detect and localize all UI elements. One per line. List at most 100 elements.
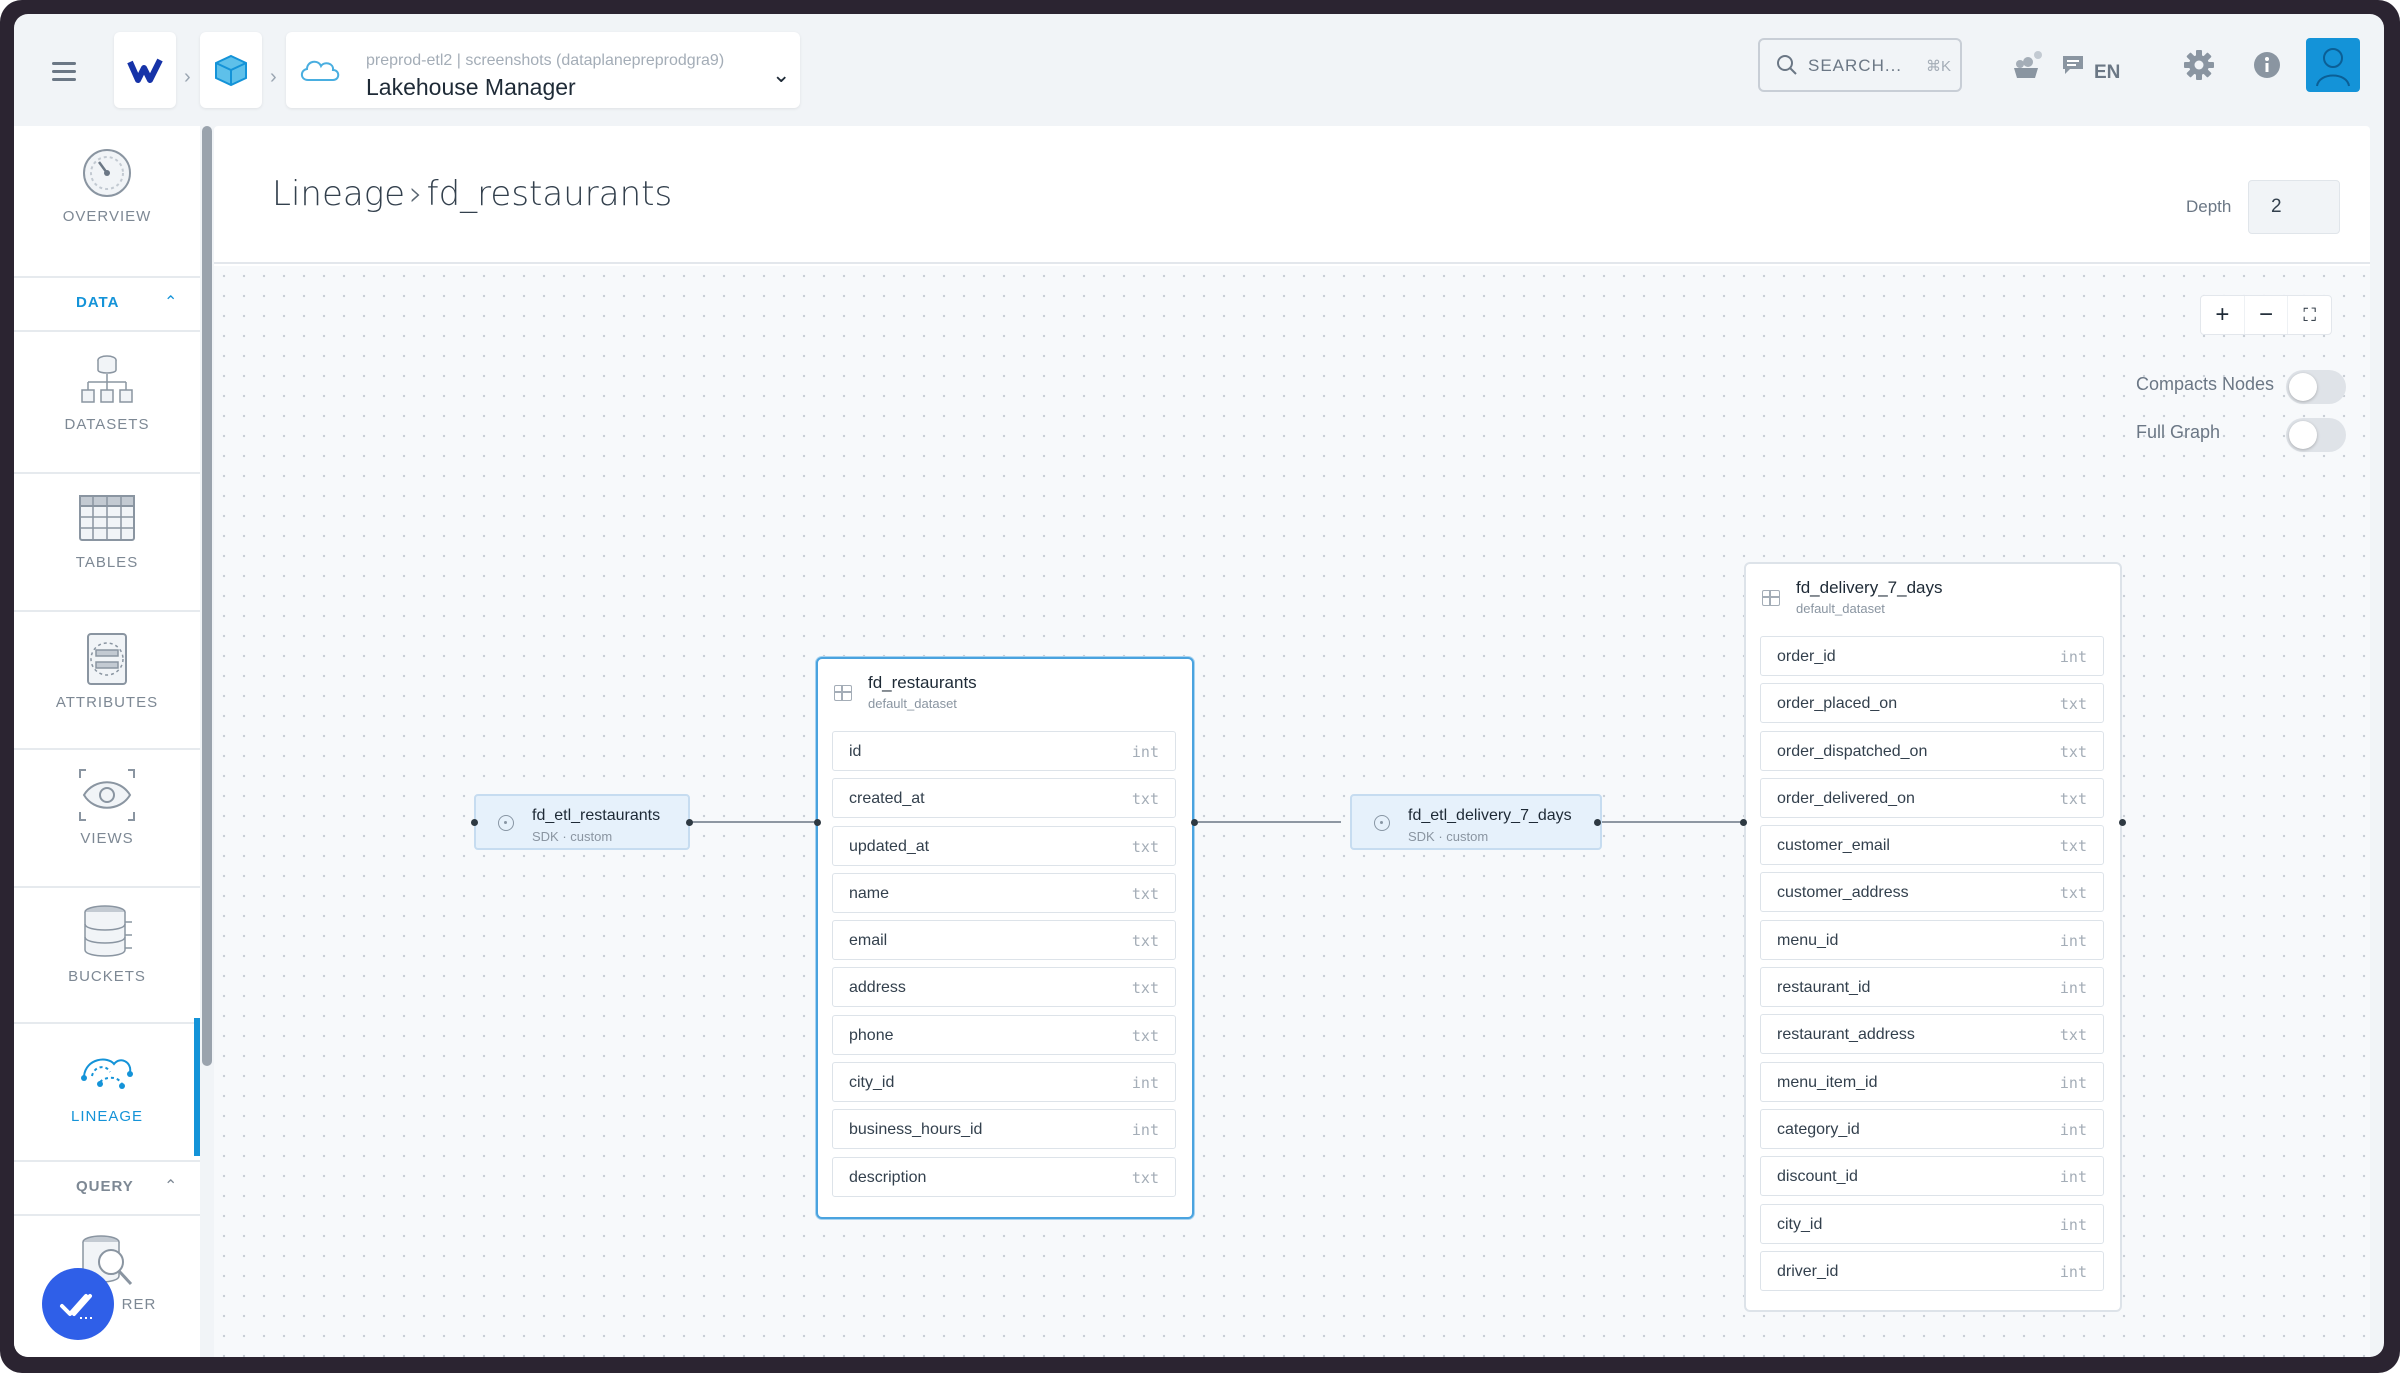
- main-panel: Lineage›fd_restaurants Depth + − ⛶ Compa…: [214, 126, 2370, 1357]
- breadcrumb-chevron-icon: ›: [270, 66, 277, 88]
- top-bar: › › preprod-etl2 | screenshots (dataplan…: [14, 14, 2384, 126]
- app-name: Lakehouse Manager: [366, 74, 576, 100]
- gear-icon[interactable]: [2182, 48, 2216, 82]
- job-node-etl-restaurants[interactable]: fd_etl_restaurants SDK · custom: [474, 794, 690, 850]
- depth-label: Depth: [2186, 197, 2232, 216]
- column-type: int: [2059, 1073, 2087, 1092]
- column-type: int: [1131, 1121, 1159, 1140]
- dataset-node-delivery[interactable]: fd_delivery_7_days default_dataset order…: [1744, 562, 2122, 1312]
- column-type: txt: [1131, 790, 1159, 809]
- sidebar: OVERVIEW DATA ⌃ DATASETS TABLES ATTRIBUT…: [14, 126, 200, 1357]
- column-name: order_delivered_on: [1777, 789, 1915, 807]
- column-type: int: [2059, 1215, 2087, 1234]
- user-avatar-button[interactable]: [2306, 38, 2360, 92]
- sidebar-scrollbar[interactable]: [202, 126, 212, 1066]
- column-name: discount_id: [1777, 1168, 1858, 1186]
- menu-icon[interactable]: [52, 62, 76, 82]
- chevron-down-icon[interactable]: ⌄: [772, 62, 790, 88]
- breadcrumb-root[interactable]: Lineage: [272, 174, 405, 214]
- language-switch[interactable]: EN: [2094, 62, 2120, 84]
- sidebar-item-label: BUCKETS: [68, 968, 146, 985]
- column-row[interactable]: order_placed_on txt: [1760, 683, 2104, 724]
- divider: [14, 330, 200, 332]
- column-row[interactable]: category_id int: [1760, 1108, 2104, 1149]
- chat-icon[interactable]: [2060, 52, 2086, 78]
- sidebar-item-views[interactable]: VIEWS: [14, 766, 200, 876]
- column-row[interactable]: order_id int: [1760, 636, 2104, 676]
- search-input[interactable]: SEARCH... ⌘K: [1758, 38, 1962, 92]
- product-cube-button[interactable]: [200, 32, 262, 108]
- column-row[interactable]: menu_id int: [1760, 919, 2104, 960]
- job-icon: [498, 815, 514, 831]
- column-row[interactable]: city_id int: [1760, 1203, 2104, 1244]
- column-name: city_id: [849, 1074, 895, 1092]
- sidebar-item-attributes[interactable]: ATTRIBUTES: [14, 632, 200, 742]
- org-logo-button[interactable]: [114, 32, 176, 108]
- compact-nodes-toggle[interactable]: [2286, 370, 2346, 404]
- edge-handle[interactable]: [814, 819, 821, 826]
- search-shortcut: ⌘K: [1926, 58, 1952, 75]
- column-row[interactable]: description txt: [832, 1156, 1176, 1197]
- column-row[interactable]: menu_item_id int: [1760, 1061, 2104, 1102]
- column-list: id int created_at txt updated_at txtname txt em…: [832, 731, 1176, 1204]
- column-row[interactable]: phone txt: [832, 1014, 1176, 1055]
- attributes-icon: [87, 633, 127, 685]
- column-type: txt: [1131, 1168, 1159, 1187]
- node-subtitle: default_dataset: [1796, 601, 1885, 616]
- section-toggle-query[interactable]: QUERY ⌃: [14, 1162, 200, 1212]
- column-name: order_dispatched_on: [1777, 742, 1928, 760]
- notifications-icon[interactable]: [2008, 48, 2044, 84]
- column-type: int: [2059, 1120, 2087, 1139]
- sidebar-item-tables[interactable]: TABLES: [14, 494, 200, 604]
- full-graph-toggle[interactable]: [2286, 418, 2346, 452]
- project-path: preprod-etl2 | screenshots (dataplanepre…: [366, 52, 725, 69]
- zoom-in-button[interactable]: +: [2201, 296, 2245, 334]
- edge-handle[interactable]: [2119, 819, 2126, 826]
- edge-handle[interactable]: [1594, 819, 1601, 826]
- sidebar-item-datasets[interactable]: DATASETS: [14, 352, 200, 462]
- section-toggle-data[interactable]: DATA ⌃: [14, 278, 200, 328]
- node-name: fd_delivery_7_days: [1796, 578, 1943, 597]
- column-row[interactable]: driver_id int: [1760, 1250, 2104, 1291]
- column-row[interactable]: order_delivered_on txt: [1760, 777, 2104, 818]
- user-icon: [2316, 48, 2350, 87]
- depth-input[interactable]: [2248, 180, 2340, 234]
- fit-view-icon[interactable]: ⛶: [2288, 296, 2331, 334]
- column-row[interactable]: customer_address txt: [1760, 872, 2104, 913]
- column-row[interactable]: name txt: [832, 872, 1176, 913]
- column-row[interactable]: city_id int: [832, 1062, 1176, 1103]
- assistant-fab-button[interactable]: [42, 1268, 114, 1340]
- column-row[interactable]: discount_id int: [1760, 1156, 2104, 1197]
- column-row[interactable]: email txt: [832, 920, 1176, 961]
- column-row[interactable]: id int: [832, 731, 1176, 771]
- column-row[interactable]: updated_at txt: [832, 825, 1176, 866]
- column-row[interactable]: created_at txt: [832, 778, 1176, 819]
- column-row[interactable]: restaurant_id int: [1760, 967, 2104, 1008]
- breadcrumb-chevron-icon: ›: [184, 66, 191, 88]
- cloud-icon: [300, 60, 340, 81]
- sidebar-item-buckets[interactable]: BUCKETS: [14, 904, 200, 1014]
- edge-handle[interactable]: [1740, 819, 1747, 826]
- edge-handle[interactable]: [686, 819, 693, 826]
- sidebar-item-lineage[interactable]: LINEAGE: [14, 1030, 200, 1160]
- column-row[interactable]: business_hours_id int: [832, 1109, 1176, 1150]
- edge-handle[interactable]: [471, 819, 478, 826]
- zoom-out-button[interactable]: −: [2245, 296, 2289, 334]
- column-name: description: [849, 1168, 927, 1186]
- info-icon[interactable]: [2252, 50, 2282, 80]
- edge-handle[interactable]: [1191, 819, 1198, 826]
- column-row[interactable]: address txt: [832, 967, 1176, 1008]
- lineage-graph-canvas[interactable]: + − ⛶ Compacts Nodes Full Graph fd_etl_r…: [214, 266, 2370, 1357]
- column-row[interactable]: order_dispatched_on txt: [1760, 730, 2104, 771]
- column-row[interactable]: restaurant_address txt: [1760, 1014, 2104, 1055]
- column-name: category_id: [1777, 1120, 1860, 1138]
- node-name: fd_etl_restaurants: [532, 807, 661, 824]
- column-name: address: [849, 979, 906, 997]
- column-row[interactable]: customer_email txt: [1760, 825, 2104, 866]
- dataset-tree-icon: [81, 355, 133, 403]
- sidebar-item-overview[interactable]: OVERVIEW: [14, 146, 200, 256]
- double-check-icon: [60, 1294, 94, 1319]
- job-node-etl-delivery[interactable]: fd_etl_delivery_7_days SDK · custom: [1350, 794, 1602, 850]
- divider: [14, 748, 200, 750]
- dataset-node-restaurants[interactable]: fd_restaurants default_dataset id int crea…: [816, 657, 1194, 1219]
